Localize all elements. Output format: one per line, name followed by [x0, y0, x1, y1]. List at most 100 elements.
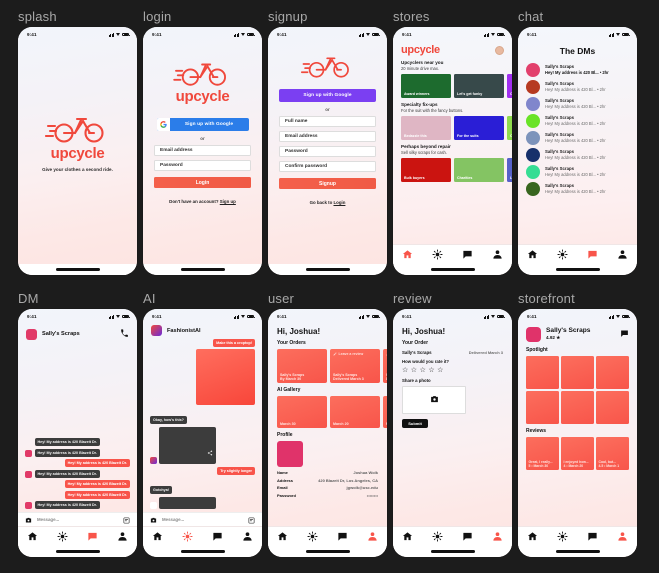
star-rating[interactable]: ☆ ☆ ☆ ☆ ☆	[393, 364, 512, 374]
tab-home[interactable]	[527, 249, 538, 260]
star-4[interactable]: ☆	[428, 367, 434, 374]
google-signup-button[interactable]: Sign up with Google	[279, 89, 376, 102]
star-3[interactable]: ☆	[420, 367, 426, 374]
tab-home[interactable]	[527, 531, 538, 542]
conversation-row[interactable]: Sally's Scraps Hey! My address is 420 Bl.…	[518, 146, 637, 163]
spotlight-item[interactable]	[561, 356, 594, 389]
message-bubble: Hey! My address is 420 Blazeit Dr.	[34, 448, 100, 457]
tab-ai[interactable]	[432, 531, 443, 542]
category-tile[interactable]: Local Artists	[507, 158, 512, 182]
photo-upload-box[interactable]	[402, 386, 466, 414]
star-1[interactable]: ☆	[402, 367, 408, 374]
conversation-row[interactable]: Sally's Scraps Hey! My address is 420 Bl.…	[518, 95, 637, 112]
order-card[interactable]: Sally's Scraps By March 30	[277, 349, 327, 383]
tab-profile[interactable]	[117, 531, 128, 542]
profile-row[interactable]: Address 420 Blazeit Dr, Los Angeles, CA	[277, 478, 378, 483]
category-tile[interactable]: Let's get funky	[454, 74, 504, 98]
ai-generated-image[interactable]	[196, 348, 255, 405]
call-icon[interactable]	[120, 325, 129, 343]
tab-profile[interactable]	[242, 531, 253, 542]
login-link[interactable]: Login	[333, 200, 345, 205]
tab-messages[interactable]	[87, 531, 98, 542]
conversation-row[interactable]: Sally's Scraps Hey! My address is 420 Bl.…	[518, 163, 637, 180]
profile-row[interactable]: Email jgwolk@usc.edu	[277, 485, 378, 490]
tab-messages[interactable]	[587, 249, 598, 260]
chat-icon[interactable]	[620, 325, 629, 343]
tab-messages[interactable]	[462, 531, 473, 542]
gallery-card[interactable]: March 20	[330, 396, 380, 428]
conversation-row[interactable]: Sally's Scraps Hey! My address is 420 Bl.…	[518, 129, 637, 146]
spotlight-item[interactable]	[561, 391, 594, 424]
star-5[interactable]: ☆	[437, 367, 443, 374]
tab-ai[interactable]	[307, 531, 318, 542]
tab-ai[interactable]	[557, 249, 568, 260]
star-2[interactable]: ☆	[411, 367, 417, 374]
conversation-row[interactable]: Sally's Scraps Hey! My address is 420 Bl.…	[518, 61, 637, 78]
gallery-card[interactable]: March 30	[277, 396, 327, 428]
avatar[interactable]	[495, 45, 504, 55]
category-tile[interactable]: Bedazzle this	[401, 116, 451, 140]
fullname-field[interactable]: Full name	[279, 116, 376, 127]
signup-link[interactable]: Sign up	[220, 199, 236, 204]
password-field[interactable]: Password	[279, 146, 376, 157]
ai-result-image-2[interactable]	[159, 497, 216, 509]
conversation-row[interactable]: Sally's Scraps Hey! My address is 420 Bl.…	[518, 180, 637, 197]
tab-profile[interactable]	[492, 249, 503, 260]
spotlight-item[interactable]	[526, 391, 559, 424]
profile-row[interactable]: Name Joshua Wolk	[277, 470, 378, 475]
conversation-row[interactable]: Sally's Scraps Hey! My address is 420 Bl.…	[518, 112, 637, 129]
leave-review-link[interactable]: Leave a review	[333, 352, 363, 356]
tab-profile[interactable]	[492, 531, 503, 542]
password-field[interactable]: Password	[154, 160, 251, 171]
tab-bar	[143, 526, 262, 546]
profile-row[interactable]: Password ••••••••	[277, 493, 378, 498]
signup-button[interactable]: Signup	[279, 178, 376, 189]
google-signup-button[interactable]: Sign up with Google	[156, 118, 249, 131]
category-tile[interactable]: Cultural garb	[507, 116, 512, 140]
tab-ai[interactable]	[182, 531, 193, 542]
tab-ai[interactable]	[57, 531, 68, 542]
gallery-card[interactable]: March 15	[383, 396, 387, 428]
tab-messages[interactable]	[212, 531, 223, 542]
message-input[interactable]: Message...	[37, 517, 118, 522]
avatar[interactable]	[277, 441, 303, 467]
tab-messages[interactable]	[337, 531, 348, 542]
tab-profile[interactable]	[617, 531, 628, 542]
review-card[interactable]: I enjoyed how... 4 • March 20	[561, 437, 594, 470]
spotlight-item[interactable]	[526, 356, 559, 389]
tab-messages[interactable]	[587, 531, 598, 542]
order-card[interactable]: Leave a reviewSally's ScDelivered	[383, 349, 387, 383]
battery-icon	[372, 32, 380, 37]
conversation-row[interactable]: Sally's Scraps Hey! My address is 420 Bl.…	[518, 78, 637, 95]
share-icon[interactable]	[207, 443, 213, 461]
submit-button[interactable]: Submit	[402, 419, 428, 428]
spotlight-item[interactable]	[596, 391, 629, 424]
login-button[interactable]: Login	[154, 177, 251, 188]
leave-review-link[interactable]: Leave a review	[386, 352, 387, 356]
email-field[interactable]: Email address	[279, 131, 376, 142]
category-tile-label: Award winners	[404, 91, 430, 96]
review-card[interactable]: Cool, but... 4.5 • March 1	[596, 437, 629, 470]
tab-home[interactable]	[277, 531, 288, 542]
tab-home[interactable]	[152, 531, 163, 542]
category-tile[interactable]: Award winners	[401, 74, 451, 98]
tab-home[interactable]	[27, 531, 38, 542]
tab-home[interactable]	[402, 531, 413, 542]
tab-profile[interactable]	[367, 531, 378, 542]
category-tile[interactable]: Charities	[454, 158, 504, 182]
spotlight-item[interactable]	[596, 356, 629, 389]
tab-profile[interactable]	[617, 249, 628, 260]
confirm-password-field[interactable]: Confirm password	[279, 161, 376, 172]
category-tile[interactable]: For the suits	[454, 116, 504, 140]
tab-ai[interactable]	[432, 249, 443, 260]
tab-home[interactable]	[402, 249, 413, 260]
category-tile[interactable]: Bulk buyers	[401, 158, 451, 182]
order-card[interactable]: Leave a review Sally's Scraps Delivered Ma…	[330, 349, 380, 383]
ai-result-image[interactable]	[159, 427, 216, 464]
tab-messages[interactable]	[462, 249, 473, 260]
email-field[interactable]: Email address	[154, 145, 251, 156]
category-tile[interactable]: On a budget	[507, 74, 512, 98]
tab-ai[interactable]	[557, 531, 568, 542]
review-card[interactable]: Great, I really... 5 • March 30	[526, 437, 559, 470]
message-input[interactable]: Message...	[162, 517, 243, 522]
